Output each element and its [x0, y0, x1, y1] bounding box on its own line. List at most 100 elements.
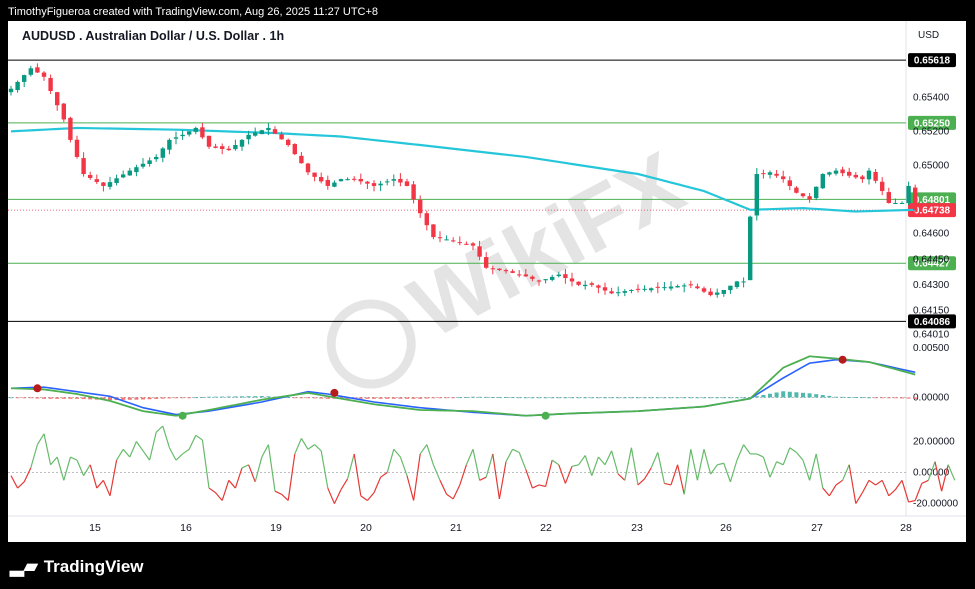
osc-segment	[776, 461, 784, 466]
osc-segment	[300, 438, 309, 450]
candle-body	[127, 170, 132, 176]
macd-histogram-bar	[187, 397, 192, 399]
x-tick-label: 20	[360, 522, 372, 534]
candle-body	[94, 179, 99, 182]
macd-histogram-bar	[372, 397, 376, 399]
osc-segment	[30, 444, 38, 469]
macd-histogram-bar	[378, 397, 383, 399]
osc-segment	[274, 490, 282, 495]
macd-histogram-bar	[781, 391, 786, 398]
macd-histogram-bar	[253, 396, 258, 398]
candle-body	[319, 177, 324, 182]
osc-segment	[182, 448, 190, 455]
osc-segment	[366, 492, 375, 501]
macd-histogram-bar	[867, 397, 871, 399]
candle-body	[187, 131, 192, 135]
candle-body	[470, 243, 476, 246]
candle-body	[160, 148, 165, 158]
candle-body	[609, 291, 614, 294]
candle-body	[576, 281, 581, 285]
macd-histogram-bar	[662, 397, 667, 399]
level-label: 0.64086	[914, 317, 951, 328]
chart-svg[interactable]: WikiFX 0.656180.652500.648010.644270.640…	[8, 21, 966, 542]
osc-segment	[23, 467, 32, 483]
macd-histogram-bar	[853, 397, 858, 398]
candle-body	[378, 183, 383, 186]
chart-screenshot: TimothyFigueroa created with TradingView…	[0, 0, 975, 589]
candle-body	[530, 276, 535, 279]
candle-body	[490, 268, 495, 270]
macd-histogram-bar	[537, 397, 541, 399]
macd-histogram-bar	[556, 397, 561, 399]
osc-segment	[254, 456, 263, 483]
macd-histogram-bar	[906, 397, 911, 399]
osc-segment	[446, 493, 454, 500]
osc-segment	[657, 452, 665, 484]
macd-histogram-bar	[754, 396, 759, 398]
osc-segment	[175, 453, 184, 461]
candle-body	[668, 286, 674, 289]
macd-histogram-bar	[741, 397, 746, 399]
osc-segment	[670, 464, 679, 486]
macd-histogram-bar	[893, 397, 898, 399]
macd-histogram-bar	[160, 397, 165, 399]
candle-body	[701, 288, 707, 292]
candle-body	[602, 287, 608, 291]
macd-histogram-bar	[622, 397, 627, 399]
price-tick-label: 0.00500	[913, 343, 950, 354]
osc-segment	[815, 453, 824, 489]
macd-histogram-bar	[497, 397, 502, 398]
candle-body	[246, 134, 251, 140]
macd-histogram-bar	[398, 397, 403, 399]
macd-histogram-bar	[715, 397, 720, 399]
macd-histogram-bar	[22, 397, 27, 399]
osc-segment	[36, 433, 45, 445]
candle-body	[312, 172, 317, 177]
macd-histogram-bar	[9, 397, 13, 399]
x-tick-label: 19	[270, 522, 282, 534]
osc-segment	[142, 450, 151, 461]
candle-body	[371, 183, 377, 186]
x-tick-label: 21	[450, 522, 462, 534]
x-tick-label: 26	[720, 522, 732, 534]
macd-histogram-bar	[510, 397, 515, 399]
candle-body	[220, 146, 225, 149]
osc-segment	[789, 447, 797, 453]
osc-segment	[320, 450, 329, 489]
macd-slow-line	[10, 358, 916, 417]
osc-segment	[89, 464, 98, 489]
macd-histogram-bar	[431, 397, 436, 399]
macd-histogram-bar	[286, 397, 291, 399]
macd-histogram-bar	[669, 397, 673, 399]
candle-body	[345, 179, 350, 181]
macd-histogram-bar	[820, 395, 825, 398]
candle-body	[35, 67, 40, 73]
macd-histogram-bar	[174, 397, 178, 399]
chart-area[interactable]: WikiFX 0.65618 0.65250 0.64801 0.64427 0.640…	[8, 21, 966, 542]
osc-segment	[294, 438, 302, 455]
macd-histogram-bar	[880, 397, 885, 399]
candle-body	[8, 88, 14, 93]
candle-body	[180, 134, 185, 137]
macd-histogram-bar	[695, 397, 700, 399]
macd-histogram-bar	[81, 397, 86, 400]
osc-segment	[861, 480, 870, 494]
macd-histogram-bar	[543, 397, 548, 399]
price-tick-label: 0.64600	[913, 229, 950, 240]
x-tick-label: 15	[89, 522, 101, 534]
macd-histogram-bar	[589, 397, 594, 399]
osc-segment	[756, 453, 764, 458]
candle-body	[721, 289, 726, 294]
osc-segment	[703, 449, 712, 475]
osc-segment	[901, 480, 910, 503]
osc-segment	[234, 467, 243, 489]
osc-segment	[617, 473, 626, 481]
macd-histogram-bar	[570, 397, 574, 399]
osc-segment	[386, 449, 395, 473]
candle-body	[787, 180, 792, 186]
macd-histogram-bar	[200, 397, 205, 398]
candle-body	[22, 75, 27, 82]
candle-body	[649, 288, 654, 291]
candle-body	[523, 274, 528, 277]
osc-segment	[168, 447, 177, 461]
